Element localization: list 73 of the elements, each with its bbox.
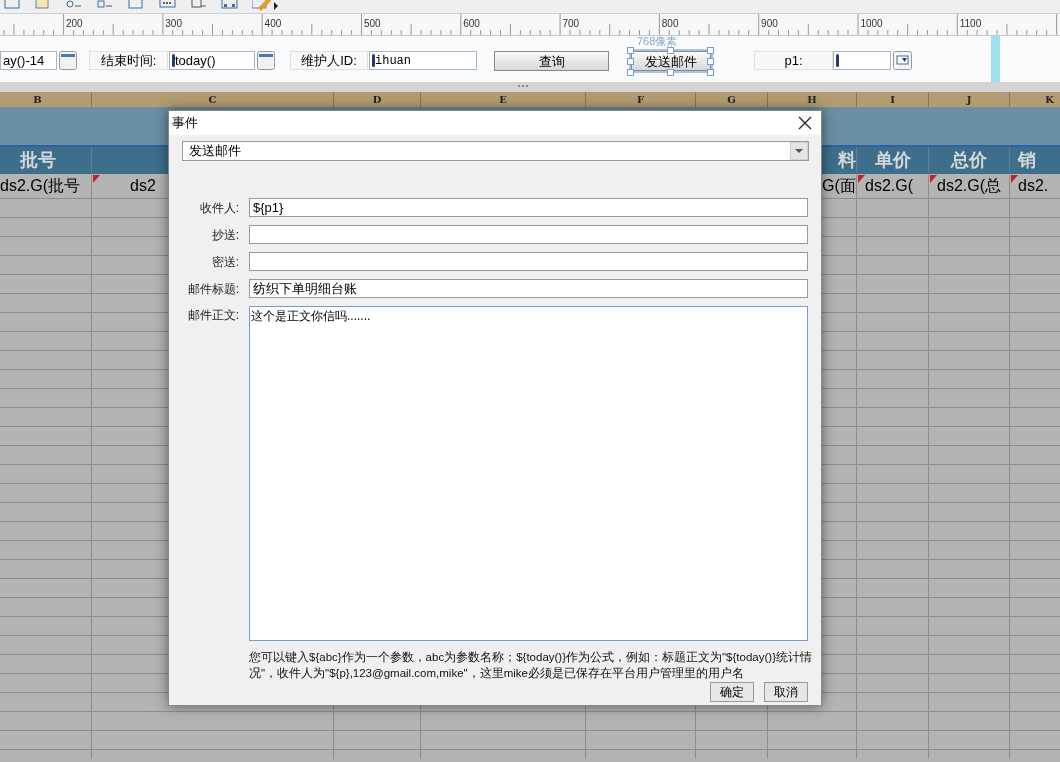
calendar-icon[interactable] [257,51,275,70]
table-header-cell: 单价 [857,147,929,174]
input-field[interactable] [833,51,891,70]
input-field[interactable]: ihuan [369,51,477,70]
table-header-cell: 批号 [0,147,92,174]
input-field[interactable] [249,252,808,271]
close-icon[interactable] [798,116,812,130]
toolbar-tool-icon[interactable] [190,0,207,10]
calendar-icon[interactable] [59,51,77,70]
page-boundary-marker [991,36,1000,82]
ruler-label: 900 [761,17,778,31]
field-label: 维护人ID: [290,51,368,70]
field-label: 结束时间: [89,51,168,70]
ruler-label: 1000 [860,17,883,31]
column-header[interactable]: J [929,92,1010,107]
column-header[interactable]: D [334,92,421,107]
size-hint: 768像素 [637,36,678,47]
message-textarea[interactable]: 这个是正文你信吗....... [249,306,808,641]
help-text: 您可以键入${abc}作为一个参数，abc为参数名称；${today()}作为公式，例如：标题正文为"${today()}统计情况"，收件人为"${p},123@gmail.com,mike"，这里mike必须是已保存在平台用户管理里的用户名 [249,650,813,681]
table-cell-text: ds2 [130,176,156,196]
input-field[interactable] [249,225,808,244]
column-header[interactable]: B [0,92,92,107]
table-header-cell: 销 [1010,147,1060,174]
input-field[interactable]: today() [169,51,255,70]
toolbar-tool-icon[interactable] [97,0,114,10]
toolbar-tool-icon[interactable] [221,0,238,10]
event-type-dropdown[interactable]: 发送邮件 [182,141,809,161]
table-cell-text: ds2. [1018,176,1049,196]
table-cell-text: G(面 [822,176,856,196]
selection-handle[interactable] [667,69,674,76]
query-button[interactable]: 查询 [494,51,609,71]
table-cell-text: ds2.G(批号 [0,176,80,196]
splitter-handle-icon[interactable] [518,85,528,88]
text-cursor-icon [172,54,175,67]
text-cursor-icon [372,54,375,67]
ruler-label: 400 [264,17,282,31]
ruler-label: 800 [661,17,679,31]
input-field[interactable]: 纺织下单明细台账 [249,279,808,298]
dialog-button[interactable]: 确定 [710,682,754,702]
column-header[interactable]: G [696,92,768,107]
text-cursor-icon [836,54,839,67]
ruler-label: 300 [165,17,182,31]
table-cell-text: ds2.G( [865,176,913,196]
field-label: 抄送: [210,226,240,244]
field-label: p1: [754,51,833,70]
table-cell-text: ds2.G(总 [937,176,1001,196]
send-email-button[interactable]: 发送邮件 [631,51,711,71]
dialog-title: 事件 [172,114,198,133]
selection-handle[interactable] [667,47,674,54]
column-header[interactable]: K [1010,92,1060,107]
field-label: 邮件标题: [186,280,240,298]
column-header[interactable]: C [92,92,334,107]
ruler-label: 700 [562,17,580,31]
pencil-sheet-icon[interactable] [252,0,278,12]
field-label: 密送: [210,253,240,271]
ruler-label: 1100 [959,17,982,31]
field-label: 邮件正文: [186,307,240,324]
column-header[interactable]: E [421,92,586,107]
dialog-button[interactable]: 取消 [764,682,808,702]
toolbar-tool-icon[interactable] [159,0,176,10]
dropdown-arrow-icon [790,142,808,160]
column-header[interactable]: F [586,92,696,107]
input-field[interactable]: ay()-14 [0,51,57,70]
input-field[interactable]: ${p1} [249,198,808,217]
ruler-label: 200 [66,17,83,31]
ruler-label: 600 [463,17,480,31]
column-header[interactable]: I [857,92,929,107]
toolbar-tool-icon[interactable] [66,0,83,10]
column-header[interactable]: H [768,92,857,107]
dropdown-button-icon[interactable] [893,51,912,70]
table-header-cell: 总价 [929,147,1010,174]
ruler-label: 500 [363,17,381,31]
field-label: 收件人: [198,199,240,217]
